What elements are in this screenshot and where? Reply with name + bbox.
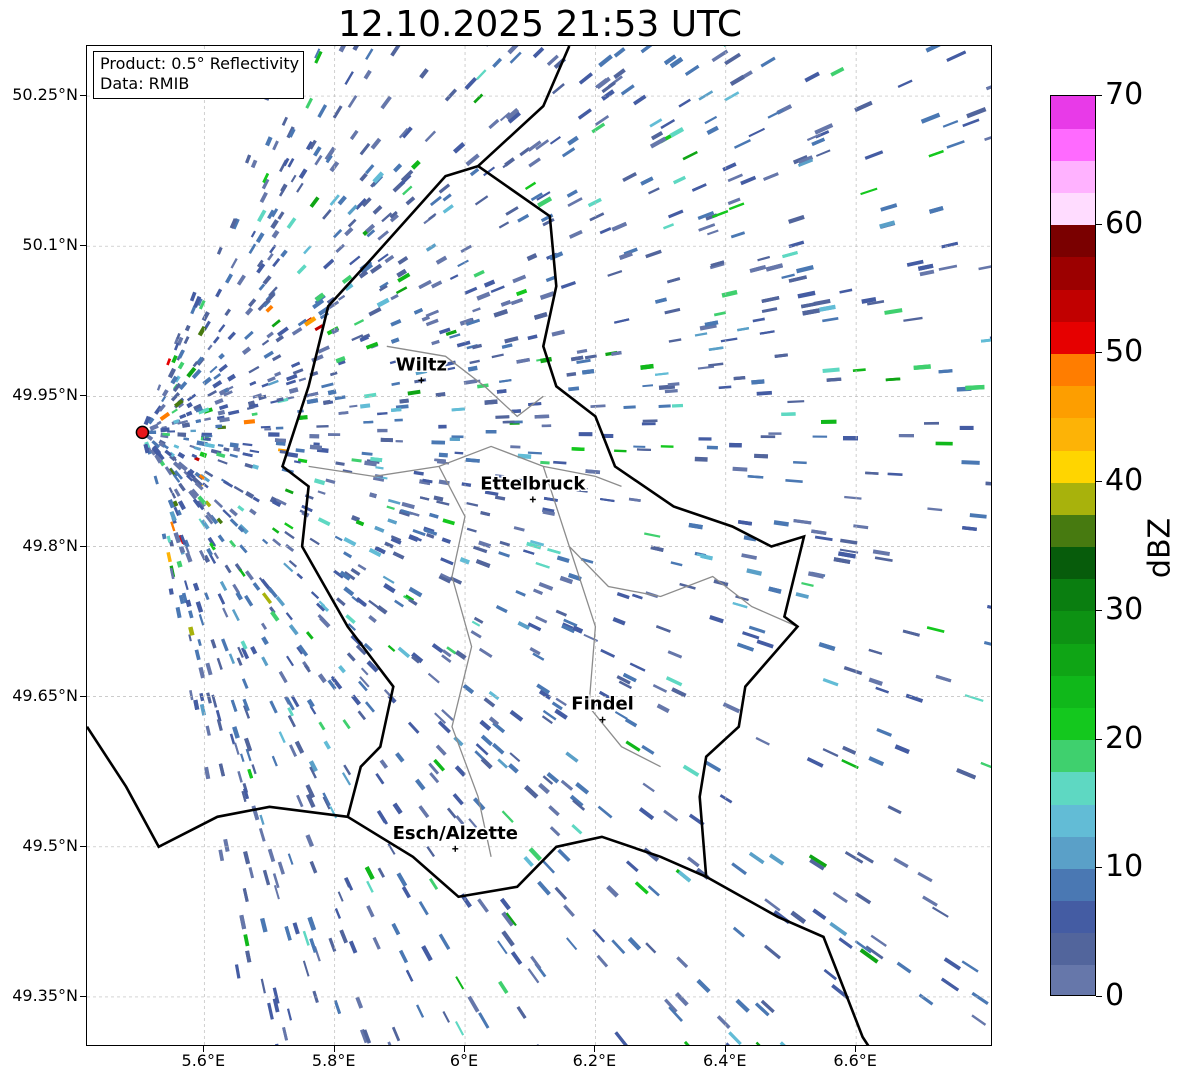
colorbar-segment (1051, 514, 1095, 548)
radar-map-canvas: Wiltz Ettelbruck Findel Esch/Alzette (87, 46, 991, 1045)
colorbar-label: dBZ (1142, 517, 1178, 579)
colorbar-segment (1051, 353, 1095, 387)
colorbar-segment (1051, 192, 1095, 226)
colorbar-tick-mark (1096, 996, 1102, 997)
lon-tick-mark (203, 1046, 205, 1052)
colorbar-segment (1051, 675, 1095, 708)
lon-tick-label: 6.2°E (572, 1051, 617, 1070)
colorbar-tick-mark (1096, 609, 1102, 611)
reflectivity-echoes (143, 46, 991, 1045)
lon-tick-mark (464, 1046, 466, 1052)
colorbar-tick-label: 0 (1105, 978, 1125, 1013)
colorbar-segment (1051, 96, 1095, 129)
colorbar-segment (1051, 932, 1095, 966)
lat-tick-label: 49.35°N (12, 985, 78, 1005)
canton-line-4 (568, 546, 661, 768)
colorbar-tick-label: 20 (1105, 720, 1144, 756)
colorbar-segment (1051, 836, 1095, 869)
colorbar-segment (1051, 610, 1095, 644)
colorbar-segment (1051, 578, 1095, 612)
colorbar-tick-mark (1096, 352, 1102, 354)
lat-tick-mark (80, 245, 86, 247)
colorbar-segment (1051, 739, 1095, 773)
lat-tick-mark (80, 545, 86, 547)
colorbar-segment (1051, 803, 1095, 837)
lat-tick-mark (80, 845, 86, 847)
lon-tick-label: 6°E (449, 1051, 479, 1070)
colorbar-segment (1051, 482, 1095, 515)
lon-tick-label: 6.6°E (833, 1051, 877, 1070)
lat-tick-mark (80, 995, 86, 997)
colorbar (1050, 95, 1096, 996)
lat-tick-label: 50.25°N (12, 85, 78, 105)
colorbar-tick-label: 30 (1105, 591, 1144, 627)
lon-tick-mark (594, 1046, 596, 1052)
colorbar-segment (1051, 868, 1095, 902)
colorbar-segment (1051, 417, 1095, 451)
city-label: Wiltz (396, 354, 447, 375)
country-borders (87, 46, 870, 1045)
colorbar-segment (1051, 449, 1095, 483)
radar-map[interactable]: Wiltz Ettelbruck Findel Esch/Alzette (86, 45, 992, 1046)
lat-tick-mark (80, 695, 86, 697)
colorbar-tick-label: 60 (1105, 205, 1144, 241)
colorbar-tick-label: 50 (1105, 334, 1144, 370)
colorbar-segment (1051, 707, 1095, 741)
colorbar-segment (1051, 771, 1095, 805)
colorbar-tick-mark (1096, 738, 1102, 740)
colorbar-segment (1051, 321, 1095, 355)
lon-tick-label: 5.8°E (311, 1051, 356, 1070)
colorbar-tick-mark (1096, 481, 1102, 483)
city-label: Ettelbruck (480, 473, 586, 494)
lon-tick-label: 6.4°E (702, 1051, 747, 1070)
belgium-germany-border (477, 46, 571, 168)
colorbar-tick-mark (1096, 223, 1102, 225)
lat-tick-label: 49.65°N (12, 685, 78, 705)
colorbar-tick-label: 40 (1105, 463, 1144, 499)
radar-site-marker (135, 425, 150, 440)
city-markers: Wiltz Ettelbruck Findel Esch/Alzette (391, 353, 635, 852)
colorbar-segment (1051, 900, 1095, 934)
colorbar-segment (1051, 160, 1095, 194)
colorbar-segment (1051, 256, 1095, 290)
lon-tick-label: 5.6°E (181, 1051, 226, 1070)
lon-tick-mark (855, 1046, 857, 1052)
colorbar-segment (1051, 224, 1095, 258)
colorbar-segment (1051, 385, 1095, 419)
chart-title: 12.10.2025 21:53 UTC (337, 4, 743, 45)
lon-tick-mark (724, 1046, 726, 1052)
lat-tick-label: 49.5°N (22, 835, 78, 855)
lon-tick-mark (333, 1046, 335, 1052)
lat-tick-label: 49.8°N (22, 535, 78, 555)
france-germany-border (705, 875, 870, 1045)
colorbar-segment (1051, 128, 1095, 161)
colorbar-tick-label: 70 (1105, 77, 1144, 112)
city-label: Esch/Alzette (393, 823, 518, 844)
lat-tick-label: 50.1°N (22, 235, 78, 255)
product-info-box: Product: 0.5° Reflectivity Data: RMIB (93, 51, 305, 99)
lat-tick-mark (80, 95, 86, 97)
product-label: Product: 0.5° Reflectivity (100, 54, 300, 73)
colorbar-tick-label: 10 (1105, 849, 1144, 885)
colorbar-segment (1051, 289, 1095, 322)
city-label: Findel (571, 694, 634, 715)
data-source-label: Data: RMIB (100, 74, 190, 93)
colorbar-segment (1051, 546, 1095, 580)
lat-tick-mark (80, 395, 86, 397)
colorbar-tick-mark (1096, 95, 1102, 96)
radar-site (135, 425, 150, 440)
colorbar-tick-mark (1096, 867, 1102, 869)
lat-tick-label: 49.95°N (12, 385, 78, 405)
colorbar-segment (1051, 964, 1095, 995)
colorbar-segment (1051, 643, 1095, 676)
